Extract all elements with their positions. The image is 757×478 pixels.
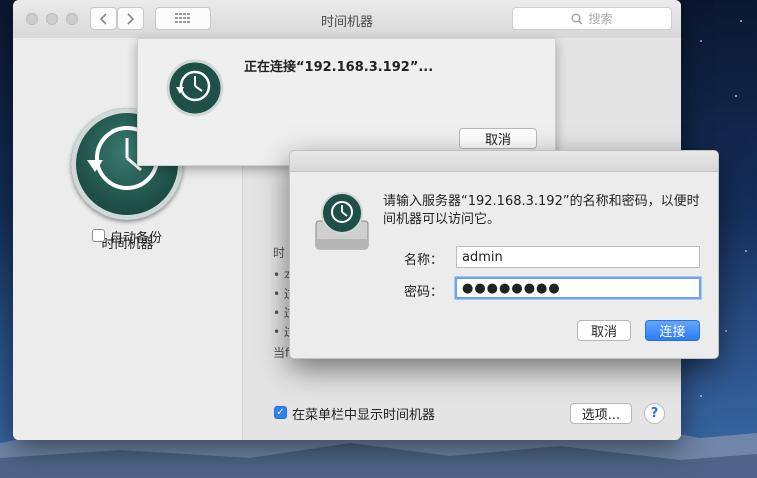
star: [735, 95, 737, 97]
time-machine-icon: [166, 59, 224, 117]
time-machine-drive-icon: [315, 192, 369, 250]
password-label: 密码：: [403, 285, 443, 300]
search-field[interactable]: 搜索: [512, 7, 672, 30]
connect-button[interactable]: 连接: [645, 320, 700, 341]
search-icon: [571, 13, 583, 24]
dialog-titlebar: [290, 151, 718, 172]
star: [740, 20, 742, 22]
star: [725, 330, 727, 332]
options-button[interactable]: 选项...: [570, 403, 632, 424]
show-in-menubar-label: 在菜单栏中显示时间机器: [292, 408, 436, 423]
cancel-connect-button[interactable]: 取消: [459, 128, 537, 149]
name-field[interactable]: admin: [456, 246, 700, 268]
titlebar: 时间机器 搜索: [13, 0, 681, 39]
connecting-status: 正在连接“192.168.3.192”...: [244, 60, 434, 75]
auto-backup-checkbox[interactable]: [92, 229, 105, 242]
partial-footer: 当f: [273, 346, 290, 360]
help-button[interactable]: ?: [644, 403, 665, 424]
name-label: 名称：: [403, 253, 443, 268]
partial-heading: 时: [273, 246, 286, 260]
star: [745, 250, 747, 252]
login-message: 请输入服务器“192.168.3.192”的名称和密码，以便时间机器可以访问它。: [383, 194, 700, 227]
connecting-sheet: 正在连接“192.168.3.192”... 取消: [137, 38, 556, 166]
password-field[interactable]: ●●●●●●●●: [455, 277, 701, 299]
auto-backup-label: 自动备份: [110, 231, 163, 246]
search-placeholder: 搜索: [588, 12, 613, 26]
login-dialog: 请输入服务器“192.168.3.192”的名称和密码，以便时间机器可以访问它。…: [289, 150, 719, 359]
star: [700, 40, 702, 42]
cancel-button[interactable]: 取消: [577, 320, 631, 341]
show-in-menubar-checkbox[interactable]: ✓: [274, 406, 287, 419]
